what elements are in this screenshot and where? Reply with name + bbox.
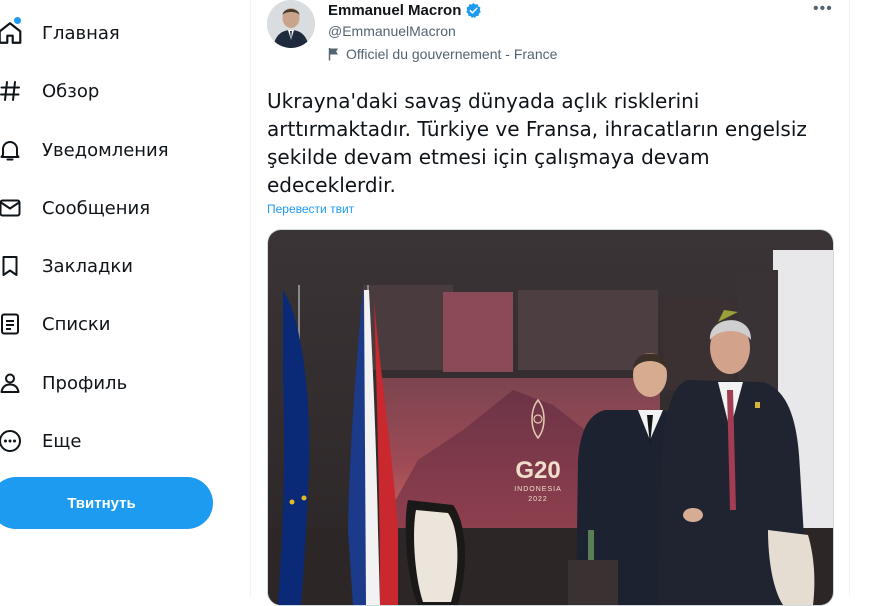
column-divider-right bbox=[849, 0, 850, 596]
handshake bbox=[683, 508, 703, 522]
tweet-button[interactable]: Твитнуть bbox=[0, 477, 213, 529]
affiliation-label: Officiel du gouvernement - France bbox=[346, 46, 558, 62]
tweet-text: Ukrayna'daki savaş dünyada açlık riskler… bbox=[267, 89, 807, 197]
flag-icon bbox=[328, 48, 338, 61]
nav-profile-label: Профиль bbox=[42, 372, 128, 394]
nav-notifications[interactable]: Уведомления bbox=[0, 130, 169, 170]
nav-lists-label: Списки bbox=[42, 313, 111, 335]
nav-lists[interactable]: Списки bbox=[0, 304, 111, 344]
translate-tweet-link[interactable]: Перевести твит bbox=[267, 202, 354, 216]
nav-more-label: Еще bbox=[42, 430, 82, 452]
nav-messages[interactable]: Сообщения bbox=[0, 188, 150, 228]
nav-notifications-label: Уведомления bbox=[42, 139, 169, 161]
more-circle-icon bbox=[0, 427, 24, 455]
nav-bookmarks-label: Закладки bbox=[42, 255, 133, 277]
tweet-photo[interactable]: G20 INDONESIA 2022 bbox=[267, 229, 834, 606]
home-icon bbox=[0, 17, 24, 47]
author-name[interactable]: Emmanuel Macron bbox=[328, 2, 482, 19]
more-options-icon[interactable]: ••• bbox=[813, 0, 833, 18]
nav-profile[interactable]: Профиль bbox=[0, 363, 127, 403]
g20-logo-text: G20 bbox=[515, 457, 560, 484]
nav-explore-label: Обзор bbox=[42, 80, 100, 102]
verified-badge-icon bbox=[466, 3, 482, 19]
nav-explore[interactable]: Обзор bbox=[0, 71, 99, 111]
nav-bookmarks[interactable]: Закладки bbox=[0, 246, 133, 286]
g20-meeting-photo: G20 INDONESIA 2022 bbox=[268, 230, 833, 605]
avatar[interactable] bbox=[267, 0, 315, 48]
g20-logo-sub2: 2022 bbox=[528, 496, 548, 503]
nav-home[interactable]: Главная bbox=[0, 13, 120, 53]
nav-home-label: Главная bbox=[42, 22, 120, 44]
list-icon bbox=[0, 310, 24, 338]
nav-more[interactable]: Еще bbox=[0, 421, 81, 461]
author-handle[interactable]: @EmmanuelMacron bbox=[328, 23, 456, 39]
mail-icon bbox=[0, 194, 24, 222]
hashtag-icon bbox=[0, 77, 24, 105]
nav-messages-label: Сообщения bbox=[42, 197, 151, 219]
sidebar-nav: Главная Обзор Уведомления Сообщения Закл… bbox=[0, 0, 250, 596]
bookmark-icon bbox=[0, 252, 24, 280]
bell-icon bbox=[0, 136, 24, 164]
person-icon bbox=[0, 369, 24, 397]
g20-logo-sub1: INDONESIA bbox=[514, 486, 562, 493]
government-affiliation: Officiel du gouvernement - France bbox=[328, 46, 557, 62]
notification-dot bbox=[14, 17, 21, 24]
author-name-text: Emmanuel Macron bbox=[328, 2, 462, 19]
column-divider bbox=[250, 0, 251, 596]
chair bbox=[405, 500, 465, 605]
